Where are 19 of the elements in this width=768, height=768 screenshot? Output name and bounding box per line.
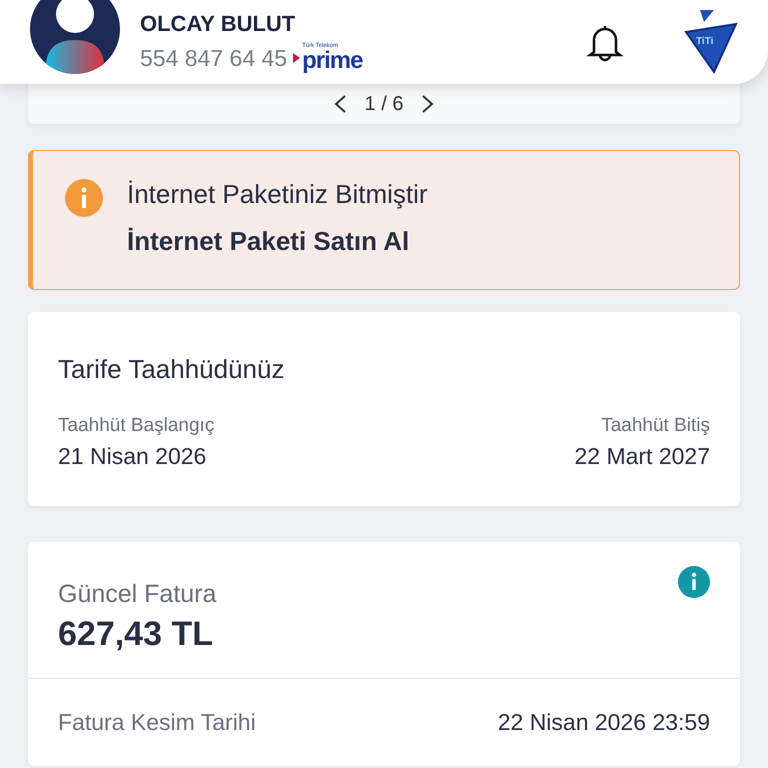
- bill-amount: 627,43 TL: [58, 615, 213, 654]
- bill-title: Güncel Fatura: [58, 580, 216, 609]
- page-indicator: 1 / 6: [364, 92, 404, 116]
- start-label: Taahhüt Başlangıç: [58, 415, 214, 437]
- alert-title: İnternet Paketiniz Bitmiştir: [127, 179, 428, 210]
- end-date: 22 Mart 2027: [574, 443, 710, 470]
- start-date: 21 Nisan 2026: [58, 443, 206, 470]
- next-icon[interactable]: [421, 94, 436, 114]
- info-icon: [65, 179, 103, 217]
- row-label: Fatura Kesim Tarihi: [58, 709, 256, 736]
- info-icon[interactable]: [678, 566, 710, 598]
- user-name: OLCAY BULUT: [140, 11, 296, 37]
- end-label: Taahhüt Bitiş: [601, 415, 710, 437]
- card-title: Tarife Taahhüdünüz: [58, 354, 286, 385]
- previous-icon[interactable]: [332, 94, 347, 114]
- buy-package-link[interactable]: İnternet Paketi Satın Al: [127, 226, 428, 257]
- row-value: 22 Nisan 2026 23:59: [498, 709, 710, 736]
- phone-number: 554 847 64 45: [140, 44, 288, 72]
- alert-card[interactable]: İnternet Paketiniz Bitmiştir İnternet Paketi Satın Al: [28, 150, 740, 290]
